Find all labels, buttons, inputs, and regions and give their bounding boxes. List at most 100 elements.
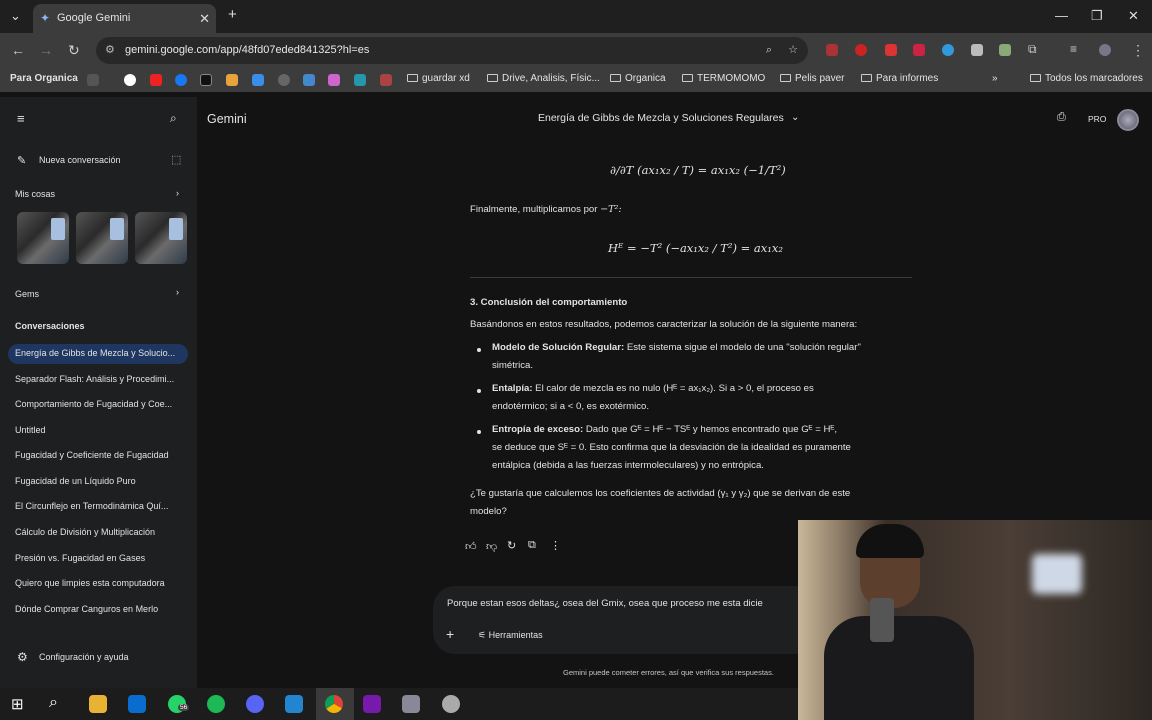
folder-icon xyxy=(682,74,693,82)
gemini-bookmark-icon[interactable] xyxy=(303,74,315,86)
conversation-item[interactable]: Dónde Comprar Canguros en Merlo xyxy=(15,604,158,614)
chatgpt-icon[interactable] xyxy=(278,74,290,86)
bullet-dot xyxy=(477,430,481,434)
restore-icon[interactable]: ❐ xyxy=(1091,8,1103,24)
close-tab-icon[interactable]: ✕ xyxy=(199,4,210,33)
my-stuff-link[interactable]: Mis cosas xyxy=(15,189,55,199)
sidebar: ≡ ⌕ ✎ Nueva conversación ⬚ Mis cosas › G… xyxy=(0,97,197,688)
bookmark-icon[interactable] xyxy=(252,74,264,86)
conversation-item[interactable]: Energía de Gibbs de Mezcla y Solucio... xyxy=(15,348,175,358)
profile-avatar-icon[interactable] xyxy=(1099,44,1111,56)
bookmark-icon[interactable] xyxy=(380,74,392,86)
bookmark-icon[interactable] xyxy=(354,74,366,86)
browser-toolbar: ← → ↻ ⚙ gemini.google.com/app/48fd07eded… xyxy=(0,33,1152,68)
address-bar[interactable]: ⚙ gemini.google.com/app/48fd07eded841325… xyxy=(96,37,808,64)
avatar[interactable] xyxy=(1117,109,1139,131)
bookmark-folder[interactable]: Drive, Analisis, Físic... xyxy=(487,73,600,84)
menu-kebab-icon[interactable]: ⋮ xyxy=(1131,42,1145,59)
chevron-right-icon[interactable]: › xyxy=(176,188,179,198)
tools-button[interactable]: ⚟ Herramientas xyxy=(478,630,543,641)
settings-help-link[interactable]: Configuración y ayuda xyxy=(39,652,129,662)
minimize-icon[interactable]: — xyxy=(1055,8,1068,23)
obs-icon[interactable] xyxy=(442,695,460,713)
bookmark-folder[interactable]: Organica xyxy=(610,73,666,84)
bookmark-folder[interactable]: Pelis paver xyxy=(780,73,844,84)
zoom-icon[interactable]: ⌕ xyxy=(766,37,772,64)
edit-icon: ✎ xyxy=(17,155,27,167)
reload-icon[interactable]: ↻ xyxy=(68,42,80,59)
bookmark-folder[interactable]: TERMOMOMO xyxy=(682,73,765,84)
bookmark-folder[interactable]: guardar xd xyxy=(407,73,470,84)
my-stuff-thumbnail[interactable] xyxy=(135,212,187,264)
windows-start-icon[interactable]: ⊞ xyxy=(11,695,24,713)
bookmark-star-icon[interactable]: ☆ xyxy=(788,37,798,64)
thumbs-up-icon[interactable]: 👍︎ xyxy=(465,540,477,553)
new-tab-icon[interactable]: + xyxy=(228,6,237,23)
spotify-icon[interactable] xyxy=(207,695,225,713)
conversation-item[interactable]: Separador Flash: Análisis y Procedimi... xyxy=(15,374,174,384)
conversation-item[interactable]: Fugacidad de un Líquido Puro xyxy=(15,476,136,486)
more-bookmarks-icon[interactable]: » xyxy=(992,73,998,84)
onenote-icon[interactable] xyxy=(363,695,381,713)
extension-icon[interactable] xyxy=(855,44,867,56)
back-icon[interactable]: ← xyxy=(11,42,25,58)
facebook-icon[interactable] xyxy=(175,74,187,86)
hamburger-menu-icon[interactable]: ≡ xyxy=(17,111,25,126)
conversation-item[interactable]: Fugacidad y Coeficiente de Fugacidad xyxy=(15,450,169,460)
bookmark-icon[interactable] xyxy=(328,74,340,86)
search-icon[interactable]: ⌕ xyxy=(49,694,58,712)
new-chat-button[interactable]: Nueva conversación xyxy=(39,155,121,165)
conversation-item[interactable]: Untitled xyxy=(15,425,46,435)
conversation-item[interactable]: Comportamiento de Fugacidad y Coe... xyxy=(15,399,172,409)
extension-icon[interactable] xyxy=(971,44,983,56)
conversation-item[interactable]: Cálculo de División y Multiplicación xyxy=(15,527,155,537)
my-stuff-thumbnail[interactable] xyxy=(17,212,69,264)
prompt-input[interactable]: Porque estan esos deltas¿ osea del Gmix,… xyxy=(447,598,763,609)
file-explorer-icon[interactable] xyxy=(89,695,107,713)
tab-search-icon[interactable]: ⌄ xyxy=(10,8,21,24)
youtube-icon[interactable] xyxy=(150,74,162,86)
copy-icon[interactable]: ⧉ xyxy=(528,539,536,552)
tab-gemini[interactable]: ✦ Google Gemini ✕ xyxy=(33,4,216,33)
conversation-item[interactable]: Presión vs. Fugacidad en Gases xyxy=(15,553,145,563)
conversation-item[interactable]: El Circunflejo en Termodinámica Quí... xyxy=(15,501,168,511)
bullet-regular-model-cont: simétrica. xyxy=(492,360,534,371)
gems-link[interactable]: Gems xyxy=(15,289,39,299)
whatsapp-icon[interactable]: 56 xyxy=(168,695,190,713)
my-stuff-thumbnail[interactable] xyxy=(76,212,128,264)
all-bookmarks-folder[interactable]: Todos los marcadores xyxy=(1030,73,1143,84)
search-icon[interactable]: ⌕ xyxy=(170,111,177,126)
x-icon[interactable] xyxy=(200,74,212,86)
site-info-icon[interactable]: ⚙ xyxy=(105,37,115,64)
forward-icon[interactable]: → xyxy=(39,42,53,58)
chevron-right-icon[interactable]: › xyxy=(176,287,179,297)
vscode-icon[interactable] xyxy=(285,695,303,713)
media-icon[interactable]: ≡ xyxy=(1070,42,1077,56)
extension-icon[interactable] xyxy=(826,44,838,56)
print-icon[interactable]: ⎙ xyxy=(1057,111,1066,124)
conversation-item[interactable]: Quiero que limpies esta computadora xyxy=(15,578,165,588)
add-icon[interactable]: + xyxy=(446,626,454,642)
store-icon[interactable] xyxy=(128,695,146,713)
close-window-icon[interactable]: ✕ xyxy=(1128,8,1139,24)
extension-icon[interactable] xyxy=(913,44,925,56)
extension-icon[interactable] xyxy=(999,44,1011,56)
extension-icon[interactable] xyxy=(885,44,897,56)
discord-icon[interactable] xyxy=(246,695,264,713)
bookmark-para-organica[interactable]: Para Organica xyxy=(10,73,78,84)
tab-strip: ⌄ ✦ Google Gemini ✕ + — ❐ ✕ xyxy=(0,0,1152,33)
app-icon[interactable] xyxy=(402,695,420,713)
microsoft-icon[interactable] xyxy=(226,74,238,86)
extension-icon[interactable] xyxy=(942,44,954,56)
more-options-icon[interactable]: ⋮ xyxy=(550,539,561,552)
chat-title[interactable]: Energía de Gibbs de Mezcla y Soluciones … xyxy=(538,112,784,124)
apps-grid-icon[interactable] xyxy=(87,74,99,86)
chevron-down-icon[interactable]: ⌄ xyxy=(791,112,799,123)
extensions-puzzle-icon[interactable]: ⧉ xyxy=(1028,42,1037,57)
google-icon[interactable] xyxy=(124,74,136,86)
bookmark-folder[interactable]: Para informes xyxy=(861,73,938,84)
regenerate-icon[interactable]: ↻ xyxy=(507,539,516,552)
temporary-chat-icon[interactable]: ⬚ xyxy=(171,153,181,166)
chrome-icon[interactable] xyxy=(325,695,343,713)
thumbs-down-icon[interactable]: 👎︎ xyxy=(486,540,497,553)
